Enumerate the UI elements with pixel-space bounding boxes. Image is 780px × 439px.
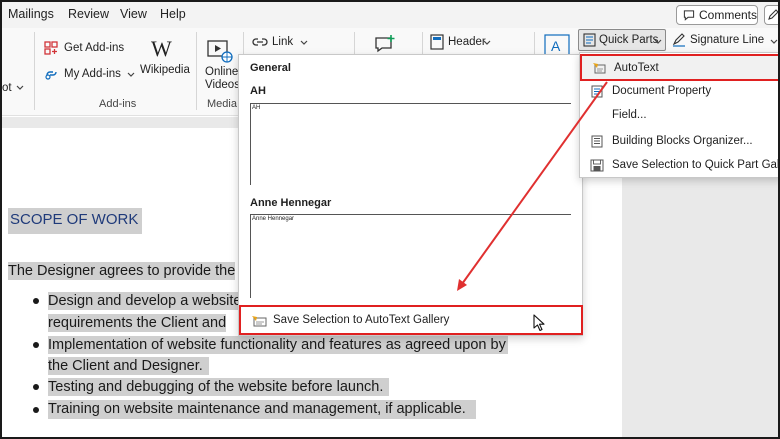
word-window: Mailings Review View Help Comments ot Ge… (0, 0, 780, 439)
annotation-arrow (457, 81, 608, 291)
